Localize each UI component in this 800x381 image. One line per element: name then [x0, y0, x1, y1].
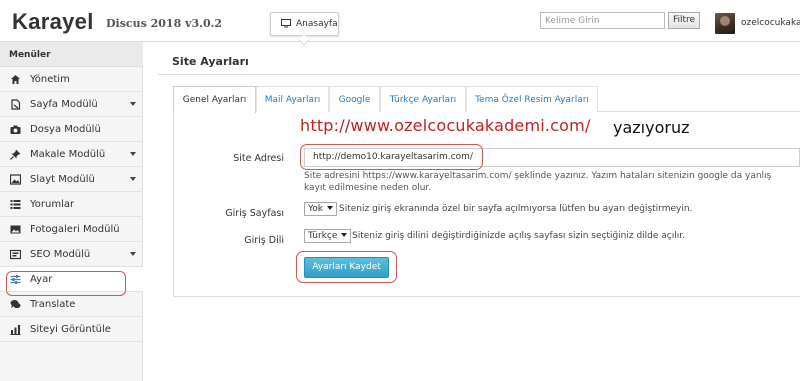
sidebar-item-label: Yönetim	[30, 74, 70, 85]
tab-google[interactable]: Google	[329, 86, 380, 112]
sidebar-item-label: Yorumlar	[30, 199, 75, 210]
sidebar-item-label: Siteyi Görüntüle	[30, 324, 111, 335]
chevron-down-icon	[130, 152, 136, 156]
highlight-site-address	[300, 144, 483, 170]
tab-genel-ayarlari[interactable]: Genel Ayarları	[173, 86, 256, 113]
sidebar-item-yonetim[interactable]: Yönetim	[0, 67, 143, 92]
tab-bar: Genel Ayarları Mail Ayarları Google Türk…	[173, 86, 800, 113]
avatar[interactable]	[715, 13, 735, 34]
chevron-down-icon	[341, 233, 348, 237]
chart-icon	[10, 325, 21, 335]
home-button[interactable]: Anasayfa	[270, 12, 339, 46]
sidebar-item-makale[interactable]: Makale Modülü	[0, 142, 143, 167]
sidebar-item-label: SEO Modülü	[30, 249, 91, 260]
annotation-url: http://www.ozelcocukakademi.com/	[300, 116, 591, 135]
monitor-icon	[281, 19, 291, 28]
annotation-text: yazıyoruz	[613, 118, 690, 137]
login-page-select[interactable]: Yok	[304, 202, 338, 216]
sidebar-item-fotogaleri[interactable]: Fotogaleri Modülü	[0, 217, 143, 242]
tab-turkce-ayarlari[interactable]: Türkçe Ayarları	[380, 86, 466, 112]
login-page-select-value: Yok	[308, 204, 324, 214]
image-icon	[10, 174, 21, 185]
sidebar-item-label: Sayfa Modülü	[30, 99, 98, 110]
pin-icon	[10, 149, 21, 160]
seo-icon	[10, 249, 21, 260]
chevron-down-icon	[130, 102, 136, 106]
username[interactable]: ozelcocukaka	[741, 18, 800, 28]
site-address-help: Site adresini https://www.karayeltasarim…	[304, 171, 772, 193]
sidebar-item-seo[interactable]: SEO Modülü	[0, 242, 143, 267]
home-icon	[11, 75, 20, 84]
tab-tema-ozel-resim[interactable]: Tema Özel Resim Ayarları	[466, 86, 598, 112]
sidebar-item-dosya[interactable]: Dosya Modülü	[0, 117, 143, 142]
sidebar-item-label: Slayt Modülü	[30, 174, 95, 185]
site-address-label: Site Adresi	[233, 153, 284, 164]
tooltip-caret	[298, 34, 310, 46]
sidebar-item-yorumlar[interactable]: Yorumlar	[0, 192, 143, 217]
page-title: Site Ayarları	[172, 55, 249, 68]
filter-button[interactable]: Filtre	[668, 12, 700, 29]
page-icon	[11, 99, 21, 110]
version-label: Discus 2018 v3.0.2	[106, 17, 223, 30]
highlight-save-button	[296, 251, 397, 283]
chat-icon	[10, 300, 21, 309]
chevron-down-icon	[130, 252, 136, 256]
photo-icon	[10, 225, 21, 234]
sidebar-item-slayt[interactable]: Slayt Modülü	[0, 167, 143, 192]
top-header: Karayel Discus 2018 v3.0.2 Anasayfa Filt…	[0, 0, 800, 46]
login-lang-select[interactable]: Türkçe	[304, 229, 352, 243]
sidebar-item-sayfa[interactable]: Sayfa Modülü	[0, 92, 143, 117]
sidebar-item-label: Fotogaleri Modülü	[30, 224, 120, 235]
login-page-help: Siteniz giriş ekranında özel bir sayfa a…	[339, 204, 693, 214]
list-icon	[10, 200, 21, 209]
sidebar-item-siteyi-goruntule[interactable]: Siteyi Görüntüle	[0, 317, 143, 342]
sidebar-title: Menüler	[0, 42, 143, 67]
brand-logo[interactable]: Karayel	[12, 9, 94, 35]
sidebar-item-label: Translate	[30, 299, 76, 310]
tab-mail-ayarlari[interactable]: Mail Ayarları	[256, 86, 329, 112]
sidebar-item-label: Makale Modülü	[30, 149, 106, 160]
login-lang-help: Siteniz giriş dilini değiştirdiğinizde a…	[352, 231, 685, 241]
sidebar: Menüler Yönetim Sayfa Modülü Dosya Modül…	[0, 42, 143, 381]
highlight-ayar	[6, 271, 126, 296]
chevron-down-icon	[327, 206, 334, 210]
title-divider	[158, 74, 800, 75]
search-input[interactable]	[540, 12, 665, 29]
chevron-down-icon	[130, 177, 136, 181]
login-lang-label: Giriş Dili	[244, 235, 284, 246]
login-lang-select-value: Türkçe	[308, 231, 338, 241]
home-button-label: Anasayfa	[296, 19, 338, 29]
camera-icon	[10, 125, 21, 134]
sidebar-item-label: Dosya Modülü	[30, 124, 101, 135]
login-page-label: Giriş Sayfası	[225, 208, 284, 219]
